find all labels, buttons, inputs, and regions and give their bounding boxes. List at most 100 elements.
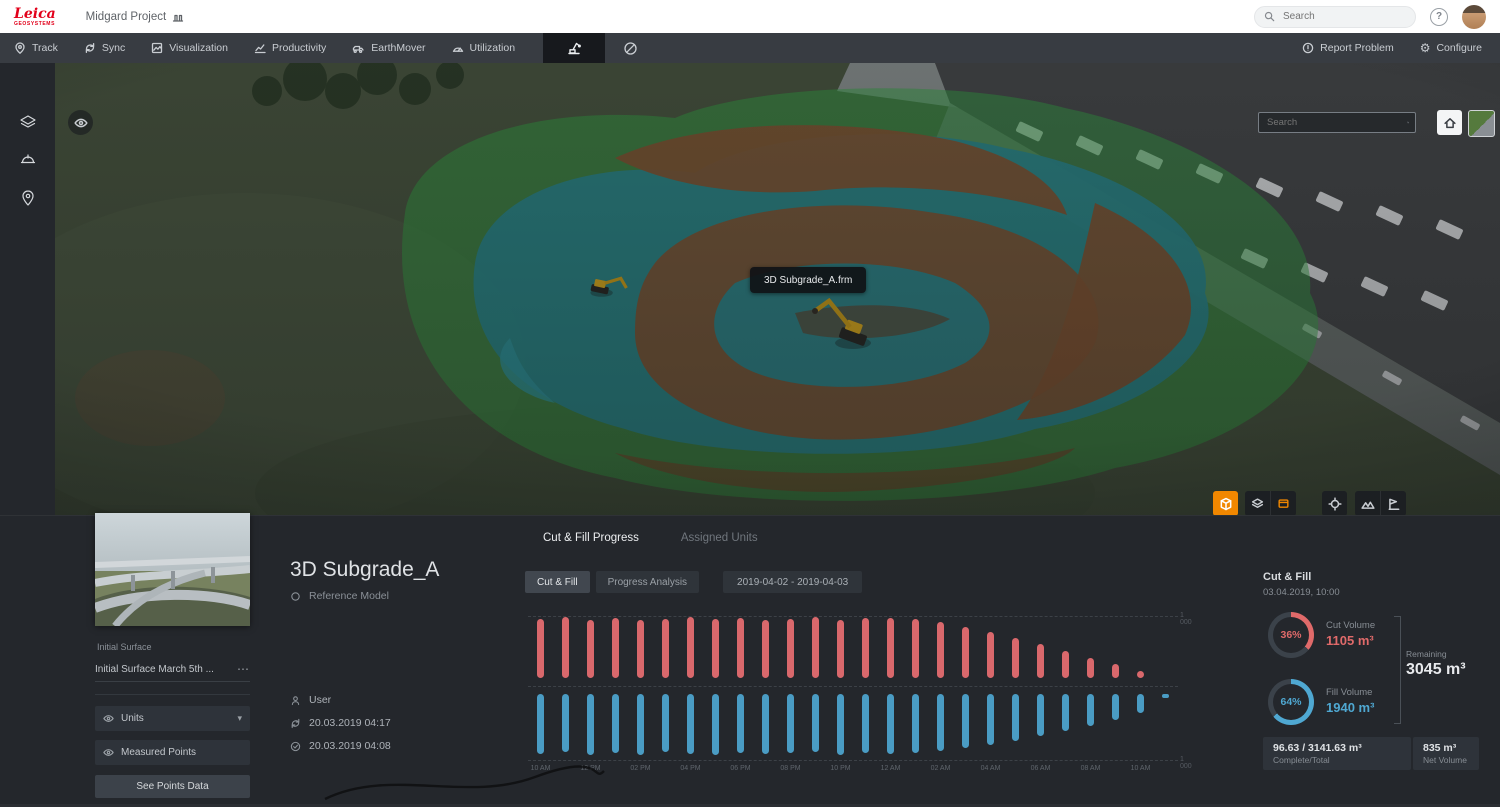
chart-bar-pair[interactable] xyxy=(1103,612,1128,775)
chart-bar-pair[interactable] xyxy=(603,612,628,775)
volumes-tool-button[interactable] xyxy=(1213,491,1238,515)
chart-bar-pair[interactable] xyxy=(903,612,928,775)
fill-bar xyxy=(762,694,769,754)
tab-utilization[interactable]: Utilization xyxy=(452,42,516,54)
global-search[interactable] xyxy=(1254,6,1416,28)
more-options-icon[interactable]: ⋯ xyxy=(237,662,250,676)
chart-bar-pair[interactable]: 08 PM xyxy=(778,612,803,775)
panel-toggle-button[interactable] xyxy=(1270,491,1296,515)
help-button[interactable]: ? xyxy=(1430,8,1448,26)
fill-volume-label: Fill Volume xyxy=(1326,687,1372,698)
left-icon-rail xyxy=(0,63,55,515)
chart-bar-pair[interactable]: 06 PM xyxy=(728,612,753,775)
date-range-picker[interactable]: 2019-04-02 - 2019-04-03 xyxy=(723,571,862,593)
chart-bar-pair[interactable]: 04 AM xyxy=(978,612,1003,775)
disabled-tool-button[interactable] xyxy=(623,41,638,56)
filter-cut-fill[interactable]: Cut & Fill xyxy=(525,571,590,593)
leica-logo: Leica GEOSYSTEMS xyxy=(14,7,56,27)
fill-bar xyxy=(637,694,644,755)
chart-bar-pair[interactable]: 02 PM xyxy=(628,612,653,775)
brand-subtitle: GEOSYSTEMS xyxy=(14,22,56,27)
home-view-button[interactable] xyxy=(1437,110,1462,135)
user-avatar[interactable] xyxy=(1462,5,1486,29)
filter-progress-analysis[interactable]: Progress Analysis xyxy=(596,571,699,593)
fill-bar xyxy=(562,694,569,752)
equipment-tool-button[interactable] xyxy=(19,151,37,169)
productivity-icon xyxy=(254,42,266,54)
terrain-view-button[interactable] xyxy=(1355,491,1380,515)
units-toggle-row[interactable]: Units ▾ xyxy=(95,706,250,731)
model-title: 3D Subgrade_A xyxy=(290,558,439,582)
chart-bar-pair[interactable] xyxy=(853,612,878,775)
fill-bar xyxy=(837,694,844,755)
fill-bar xyxy=(912,694,919,753)
chart-bar-pair[interactable] xyxy=(1153,612,1178,775)
slope-flag-icon xyxy=(1387,497,1401,511)
cut-bar xyxy=(687,617,694,678)
chart-bar-pair[interactable]: 10 AM xyxy=(1128,612,1153,775)
x-axis-label: 04 PM xyxy=(680,765,700,775)
surface-layers-icon xyxy=(1251,497,1264,510)
tab-track[interactable]: Track xyxy=(14,42,58,54)
fill-bar xyxy=(1037,694,1044,736)
map-search-input[interactable] xyxy=(1265,116,1401,129)
cut-bar xyxy=(837,620,844,678)
location-tool-button[interactable] xyxy=(19,189,37,207)
layers-tool-button[interactable] xyxy=(19,113,37,131)
x-axis-label: 04 AM xyxy=(981,765,1001,775)
tab-productivity[interactable]: Productivity xyxy=(254,42,326,54)
chart-bar-pair[interactable]: 12 PM xyxy=(578,612,603,775)
tab-visualization[interactable]: Visualization xyxy=(151,42,228,54)
chart-bar-pair[interactable]: 10 PM xyxy=(828,612,853,775)
tab-earthmover[interactable]: EarthMover xyxy=(352,42,425,54)
model-thumbnail[interactable] xyxy=(95,513,250,626)
chart-bar-pair[interactable] xyxy=(803,612,828,775)
reference-model-row: Reference Model xyxy=(290,590,389,602)
chart-bar-pair[interactable] xyxy=(703,612,728,775)
chart-bar-pair[interactable] xyxy=(1003,612,1028,775)
tab-cut-fill-progress[interactable]: Cut & Fill Progress xyxy=(543,532,639,544)
cut-volume-value: 1105 m³ xyxy=(1326,633,1374,648)
slope-view-button[interactable] xyxy=(1380,491,1406,515)
user-row: User xyxy=(290,694,331,706)
chart-bar-pair[interactable]: 04 PM xyxy=(678,612,703,775)
chart-bar-pair[interactable]: 08 AM xyxy=(1078,612,1103,775)
chart-bar-pair[interactable] xyxy=(1053,612,1078,775)
main-toolbar: Track Sync Visualization Productivity Ea… xyxy=(0,33,1500,63)
tab-sync[interactable]: Sync xyxy=(84,42,125,54)
cut-bar xyxy=(987,632,994,678)
chart-bar-pair[interactable] xyxy=(753,612,778,775)
sync-icon xyxy=(290,718,301,729)
map-search[interactable] xyxy=(1258,112,1416,133)
visibility-toggle-button[interactable] xyxy=(68,110,93,135)
tab-machine-selected[interactable] xyxy=(543,33,605,63)
configure-button[interactable]: ⚙ Configure xyxy=(1420,42,1482,54)
global-search-input[interactable] xyxy=(1281,10,1385,23)
fill-bar xyxy=(612,694,619,753)
chart-bar-pair[interactable]: 12 AM xyxy=(878,612,903,775)
surface-style-button[interactable] xyxy=(1245,491,1270,515)
remaining-label: Remaining xyxy=(1406,649,1447,659)
chart-bar-pair[interactable]: 02 AM xyxy=(928,612,953,775)
chart-bar-pair[interactable]: 06 AM xyxy=(1028,612,1053,775)
project-name[interactable]: Midgard Project xyxy=(86,11,185,23)
map-viewport[interactable]: 3D Subgrade_A.frm xyxy=(55,63,1500,515)
center-view-button[interactable] xyxy=(1322,491,1347,515)
info-card-icon xyxy=(1277,497,1290,510)
chart-bar-pair[interactable] xyxy=(953,612,978,775)
chart-bar-pair[interactable] xyxy=(553,612,578,775)
remaining-bracket xyxy=(1394,616,1401,724)
report-problem-button[interactable]: Report Problem xyxy=(1302,42,1394,54)
excavator-icon xyxy=(566,40,582,56)
stats-title: Cut & Fill xyxy=(1263,571,1311,583)
chart-bar-pair[interactable]: 10 AM xyxy=(528,612,553,775)
fill-bar xyxy=(737,694,744,753)
chart-bar-pair[interactable] xyxy=(653,612,678,775)
cut-bar xyxy=(1087,658,1094,678)
see-points-data-button[interactable]: See Points Data xyxy=(95,775,250,798)
tab-assigned-units[interactable]: Assigned Units xyxy=(681,532,758,544)
measured-points-toggle-row[interactable]: Measured Points xyxy=(95,740,250,765)
basemap-toggle-button[interactable] xyxy=(1468,110,1495,137)
cut-bar xyxy=(562,617,569,678)
initial-surface-select[interactable]: Initial Surface March 5th ... ⋯ xyxy=(95,657,250,682)
